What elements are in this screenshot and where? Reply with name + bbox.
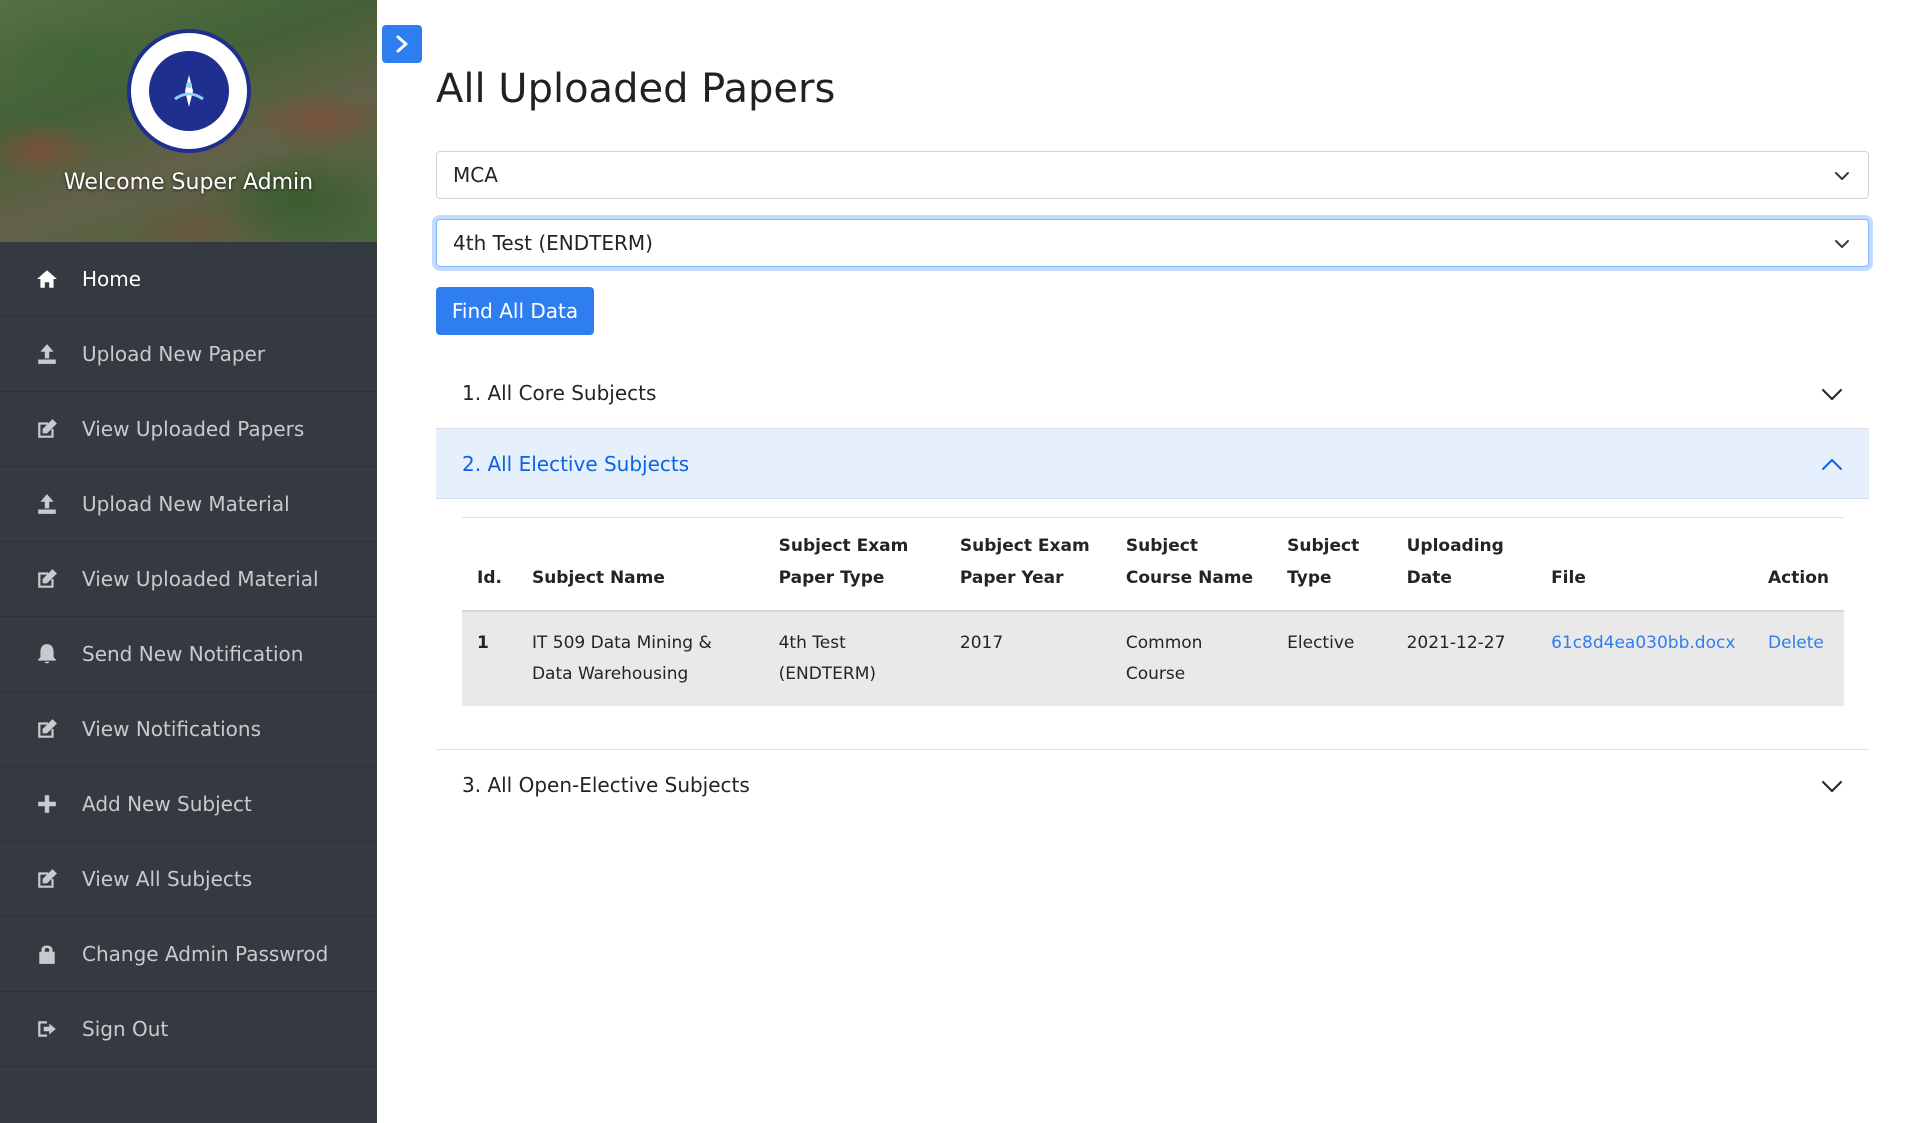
plus-icon bbox=[38, 795, 56, 813]
delete-link[interactable]: Delete bbox=[1768, 633, 1824, 653]
sidebar-item-label: View Notifications bbox=[82, 717, 261, 741]
column-header-file: File bbox=[1536, 518, 1754, 612]
cell-id: 1 bbox=[462, 611, 517, 706]
sidebar-item-label: View Uploaded Papers bbox=[82, 417, 305, 441]
table-row: 1 IT 509 Data Mining & Data Warehousing … bbox=[462, 611, 1844, 706]
accordion-open-elective-subjects: 3. All Open-Elective Subjects bbox=[436, 749, 1869, 820]
test-select[interactable]: 4th Test (ENDTERM) bbox=[436, 219, 1869, 267]
chevron-right-icon bbox=[396, 35, 408, 53]
sidebar-item-view-notifications[interactable]: View Notifications bbox=[0, 692, 377, 767]
university-logo bbox=[127, 29, 251, 153]
sidebar-item-view-all-subjects[interactable]: View All Subjects bbox=[0, 842, 377, 917]
sidebar: Welcome Super Admin Home Upload New Pape… bbox=[0, 0, 377, 1123]
edit-icon bbox=[38, 419, 57, 438]
find-all-data-button[interactable]: Find All Data bbox=[436, 287, 594, 335]
cell-paper-year: 2017 bbox=[944, 611, 1111, 706]
course-select[interactable]: MCA bbox=[436, 151, 1869, 199]
column-header-subject-name: Subject Name bbox=[516, 518, 764, 612]
sidebar-item-label: Add New Subject bbox=[82, 792, 252, 816]
sidebar-item-change-admin-password[interactable]: Change Admin Passwrod bbox=[0, 917, 377, 992]
cell-action: Delete bbox=[1753, 611, 1844, 706]
elective-subjects-table: Id. Subject Name Subject Exam Paper Type… bbox=[462, 517, 1844, 706]
cell-subject-name: IT 509 Data Mining & Data Warehousing bbox=[516, 611, 764, 706]
sidebar-item-label: Upload New Material bbox=[82, 492, 290, 516]
accordion-title: 2. All Elective Subjects bbox=[462, 451, 690, 476]
cell-course-name: Common Course bbox=[1110, 611, 1273, 706]
column-header-paper-year: Subject Exam Paper Year bbox=[944, 518, 1111, 612]
home-icon bbox=[37, 270, 57, 288]
lock-icon bbox=[39, 945, 55, 964]
sidebar-item-label: View All Subjects bbox=[82, 867, 253, 891]
sidebar-item-home[interactable]: Home bbox=[0, 242, 377, 317]
chevron-up-icon bbox=[1822, 459, 1842, 470]
accordion-elective-subjects: 2. All Elective Subjects bbox=[436, 429, 1869, 499]
edit-icon bbox=[38, 569, 57, 588]
chevron-down-icon bbox=[1835, 172, 1849, 180]
column-header-subject-type: Subject Type bbox=[1272, 518, 1392, 612]
cell-paper-type: 4th Test (ENDTERM) bbox=[763, 611, 945, 706]
sidebar-item-label: Upload New Paper bbox=[82, 342, 266, 366]
course-select-value: MCA bbox=[453, 163, 498, 187]
sign-out-icon bbox=[38, 1021, 56, 1037]
chevron-down-icon bbox=[1835, 240, 1849, 248]
column-header-action: Action bbox=[1753, 518, 1844, 612]
accordion-header-elective[interactable]: 2. All Elective Subjects bbox=[436, 429, 1869, 499]
sidebar-item-view-uploaded-material[interactable]: View Uploaded Material bbox=[0, 542, 377, 617]
edit-icon bbox=[38, 719, 57, 738]
bell-icon bbox=[38, 644, 56, 664]
column-header-paper-type: Subject Exam Paper Type bbox=[763, 518, 945, 612]
sidebar-item-label: Send New Notification bbox=[82, 642, 304, 666]
sidebar-item-label: Home bbox=[82, 267, 142, 291]
edit-icon bbox=[38, 869, 57, 888]
sidebar-header: Welcome Super Admin bbox=[0, 0, 377, 242]
sidebar-item-view-uploaded-papers[interactable]: View Uploaded Papers bbox=[0, 392, 377, 467]
sidebar-item-upload-new-material[interactable]: Upload New Material bbox=[0, 467, 377, 542]
accordion-title: 1. All Core Subjects bbox=[462, 381, 657, 405]
cell-file: 61c8d4ea030bb.docx bbox=[1536, 611, 1754, 706]
table-header-row: Id. Subject Name Subject Exam Paper Type… bbox=[462, 518, 1844, 612]
sidebar-item-label: View Uploaded Material bbox=[82, 567, 319, 591]
column-header-upload-date: Uploading Date bbox=[1391, 518, 1537, 612]
sidebar-item-upload-new-paper[interactable]: Upload New Paper bbox=[0, 317, 377, 392]
chevron-down-icon bbox=[1822, 781, 1842, 792]
column-header-course-name: Subject Course Name bbox=[1110, 518, 1273, 612]
sidebar-nav: Home Upload New Paper View Uploaded Pape… bbox=[0, 242, 377, 1067]
sidebar-toggle-button[interactable] bbox=[382, 25, 422, 63]
accordion-header-core[interactable]: 1. All Core Subjects bbox=[436, 358, 1869, 428]
upload-icon bbox=[38, 494, 56, 514]
sidebar-item-add-new-subject[interactable]: Add New Subject bbox=[0, 767, 377, 842]
accordion-core-subjects: 1. All Core Subjects bbox=[436, 358, 1869, 429]
sidebar-item-label: Change Admin Passwrod bbox=[82, 942, 329, 966]
page-title: All Uploaded Papers bbox=[436, 66, 836, 112]
cell-upload-date: 2021-12-27 bbox=[1391, 611, 1537, 706]
sidebar-item-sign-out[interactable]: Sign Out bbox=[0, 992, 377, 1067]
file-link[interactable]: 61c8d4ea030bb.docx bbox=[1551, 633, 1735, 653]
accordion-title: 3. All Open-Elective Subjects bbox=[462, 773, 750, 797]
sidebar-item-send-new-notification[interactable]: Send New Notification bbox=[0, 617, 377, 692]
chevron-down-icon bbox=[1822, 389, 1842, 400]
accordion-header-open-elective[interactable]: 3. All Open-Elective Subjects bbox=[436, 750, 1869, 820]
sidebar-item-label: Sign Out bbox=[82, 1017, 169, 1041]
cell-subject-type: Elective bbox=[1272, 611, 1392, 706]
column-header-id: Id. bbox=[462, 518, 517, 612]
welcome-text: Welcome Super Admin bbox=[63, 170, 314, 195]
test-select-value: 4th Test (ENDTERM) bbox=[453, 231, 653, 255]
upload-icon bbox=[38, 344, 56, 364]
